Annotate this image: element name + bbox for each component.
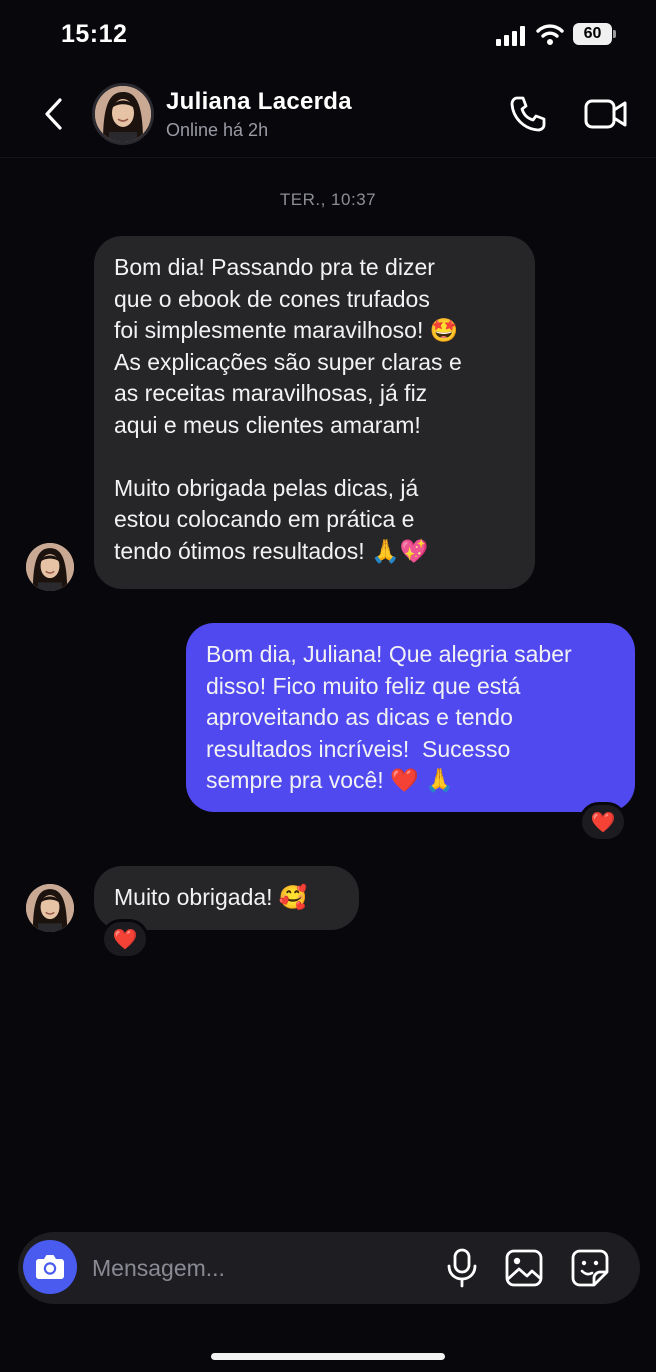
incoming-message[interactable]: Bom dia! Passando pra te dizer que o ebo…: [94, 236, 535, 589]
status-time: 15:12: [61, 20, 128, 48]
heart-reaction[interactable]: ❤️: [101, 919, 149, 959]
outgoing-message[interactable]: Bom dia, Juliana! Que alegria saber diss…: [186, 623, 635, 812]
chat-screen: 15:12 60 Juliana Lacerda Online há 2h TE…: [0, 0, 656, 1372]
message-timestamp: TER., 10:37: [279, 190, 377, 209]
avatar-portrait-icon: [26, 543, 74, 591]
gallery-icon[interactable]: [504, 1248, 544, 1288]
signal-icon: [496, 26, 525, 46]
wifi-icon: [536, 24, 564, 45]
sender-avatar[interactable]: [26, 543, 74, 591]
camera-icon: [36, 1255, 64, 1279]
avatar-portrait-icon: [95, 86, 151, 142]
phone-icon[interactable]: [508, 94, 548, 134]
contact-name[interactable]: Juliana Lacerda: [166, 88, 352, 116]
sticker-icon[interactable]: [570, 1248, 610, 1288]
chat-header: Juliana Lacerda Online há 2h: [0, 72, 656, 158]
message-composer: [18, 1232, 640, 1304]
back-icon[interactable]: [38, 94, 70, 134]
microphone-icon[interactable]: [444, 1248, 480, 1288]
contact-status: Online há 2h: [166, 120, 269, 140]
home-indicator[interactable]: [211, 1353, 445, 1360]
battery-icon: 60: [573, 23, 617, 45]
camera-button[interactable]: [23, 1240, 77, 1294]
message-input[interactable]: [92, 1246, 432, 1290]
video-camera-icon[interactable]: [584, 96, 628, 132]
contact-avatar[interactable]: [92, 83, 154, 145]
avatar-portrait-icon: [26, 884, 74, 932]
battery-cap: [613, 30, 616, 38]
sender-avatar[interactable]: [26, 884, 74, 932]
heart-reaction[interactable]: ❤️: [579, 802, 627, 842]
battery-level: 60: [573, 23, 612, 45]
status-bar: 15:12 60: [0, 0, 656, 70]
